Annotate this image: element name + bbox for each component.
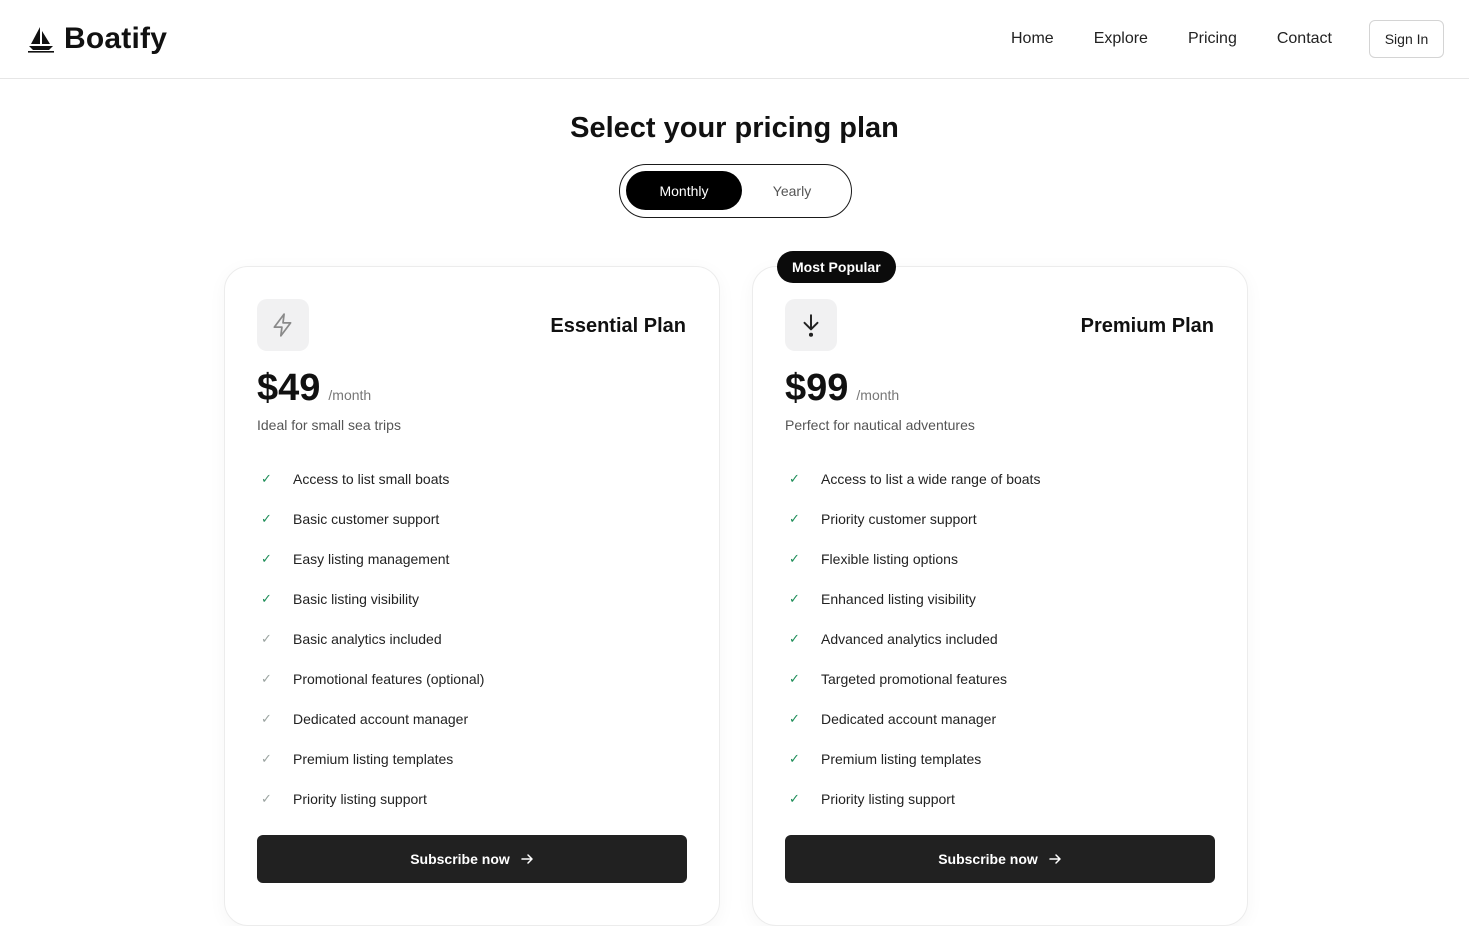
plan-name: Premium Plan (1080, 315, 1214, 337)
feature-item: ✓ Premium listing templates (261, 751, 454, 767)
sailboat-icon (28, 27, 54, 53)
subscribe-button-essential[interactable]: Subscribe now (257, 835, 687, 883)
plan-price: $99 (785, 367, 849, 409)
check-icon: ✓ (789, 751, 800, 767)
feature-item: ✓ Advanced analytics included (789, 631, 998, 647)
toggle-yearly[interactable]: Yearly (734, 171, 850, 210)
check-icon: ✓ (261, 671, 272, 687)
subscribe-label: Subscribe now (410, 851, 510, 867)
feature-item: ✓ Basic customer support (261, 511, 440, 527)
sign-in-button[interactable]: Sign In (1369, 20, 1444, 58)
lightning-icon (273, 313, 292, 337)
feature-item: ✓ Priority customer support (789, 511, 977, 527)
plan-tagline: Perfect for nautical adventures (785, 417, 975, 433)
plan-icon-box (257, 299, 309, 351)
check-icon: ✓ (261, 471, 272, 487)
check-icon: ✓ (261, 751, 272, 767)
feature-item: ✓ Promotional features (optional) (261, 671, 485, 687)
feature-list: ✓ Access to list small boats ✓ Basic custo… (257, 459, 484, 819)
check-icon: ✓ (789, 511, 800, 527)
feature-item: ✓ Access to list small boats (261, 471, 450, 487)
check-icon: ✓ (261, 711, 272, 727)
arrow-right-icon (1049, 854, 1061, 864)
check-icon: ✓ (261, 791, 272, 807)
billing-toggle: Monthly Yearly (619, 164, 852, 218)
price-row: $99 /month (785, 367, 899, 410)
feature-item: ✓ Dedicated account manager (261, 711, 469, 727)
plan-tagline: Ideal for small sea trips (257, 417, 401, 433)
subscribe-label: Subscribe now (938, 851, 1038, 867)
check-icon: ✓ (261, 551, 272, 567)
essential-plan-card: Essential Plan $49 /month Ideal for smal… (224, 266, 720, 926)
check-icon: ✓ (789, 711, 800, 727)
top-navbar: Boatify Home Explore Pricing Contact Sig… (0, 0, 1469, 79)
feature-item: ✓ Basic analytics included (261, 631, 442, 647)
check-icon: ✓ (261, 631, 272, 647)
check-icon: ✓ (789, 671, 800, 687)
page-title: Select your pricing plan (570, 112, 899, 144)
brand-name: Boatify (64, 22, 168, 55)
feature-item: ✓ Basic listing visibility (261, 591, 420, 607)
feature-item: ✓ Premium listing templates (789, 751, 982, 767)
check-icon: ✓ (789, 591, 800, 607)
feature-item: ✓ Targeted promotional features (789, 671, 1007, 687)
plan-name: Essential Plan (550, 315, 686, 337)
check-icon: ✓ (261, 591, 272, 607)
plan-period: /month (328, 387, 372, 403)
nav-link-contact[interactable]: Contact (1277, 28, 1332, 50)
feature-list: ✓ Access to list a wide range of boats ✓ P… (785, 459, 1040, 819)
premium-plan-card: Premium Plan $99 /month Perfect for naut… (752, 266, 1248, 926)
check-icon: ✓ (789, 471, 800, 487)
price-row: $49 /month (257, 367, 371, 410)
feature-item: ✓ Priority listing support (261, 791, 427, 807)
toggle-monthly[interactable]: Monthly (626, 171, 742, 210)
subscribe-button-premium[interactable]: Subscribe now (785, 835, 1215, 883)
feature-item: ✓ Priority listing support (789, 791, 955, 807)
check-icon: ✓ (789, 551, 800, 567)
plan-price: $49 (257, 367, 321, 409)
check-icon: ✓ (789, 791, 800, 807)
plan-icon-box (785, 299, 837, 351)
arrow-down-icon (803, 314, 819, 337)
main-nav: Home Explore Pricing Contact (1011, 28, 1332, 50)
plan-period: /month (856, 387, 900, 403)
nav-link-home[interactable]: Home (1011, 28, 1054, 50)
nav-link-pricing[interactable]: Pricing (1188, 28, 1237, 50)
brand-logo[interactable]: Boatify (26, 22, 167, 56)
most-popular-badge: Most Popular (777, 251, 896, 283)
nav-link-explore[interactable]: Explore (1094, 28, 1148, 50)
check-icon: ✓ (261, 511, 272, 527)
feature-item: ✓ Easy listing management (261, 551, 450, 567)
check-icon: ✓ (789, 631, 800, 647)
arrow-right-icon (521, 854, 533, 864)
feature-item: ✓ Enhanced listing visibility (789, 591, 976, 607)
feature-item: ✓ Flexible listing options (789, 551, 958, 567)
feature-item: ✓ Dedicated account manager (789, 711, 997, 727)
feature-item: ✓ Access to list a wide range of boats (789, 471, 1041, 487)
